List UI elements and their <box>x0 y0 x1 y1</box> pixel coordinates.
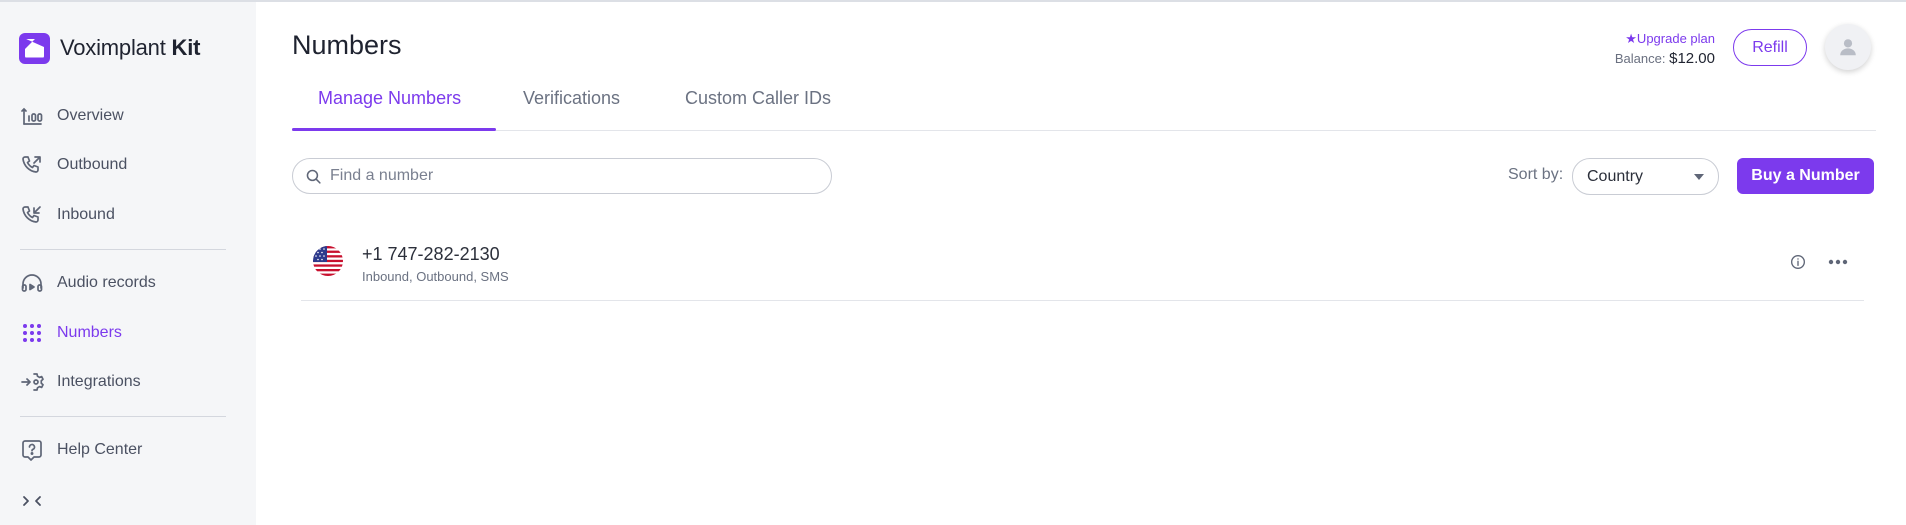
sort-value: Country <box>1587 167 1644 185</box>
balance-label: Balance: <box>1614 51 1666 66</box>
active-tab-indicator <box>292 128 496 131</box>
integrations-gear-icon <box>21 373 44 391</box>
search-input[interactable] <box>330 167 810 185</box>
more-horizontal-icon <box>1828 259 1848 265</box>
user-icon <box>1840 39 1856 56</box>
balance-value: $12.00 <box>1669 50 1715 67</box>
search-icon <box>306 169 321 184</box>
sidebar: Voximplant Kit Overview Outbound Inbound <box>0 2 256 525</box>
sidebar-item-audio-records[interactable]: Audio records <box>20 268 156 298</box>
sidebar-item-help-center[interactable]: Help Center <box>20 435 142 465</box>
sidebar-item-label: Audio records <box>57 274 156 291</box>
sidebar-collapse-button[interactable] <box>20 486 44 516</box>
headphones-play-icon <box>21 274 43 292</box>
sidebar-item-label: Integrations <box>57 373 141 390</box>
sidebar-item-overview[interactable]: Overview <box>20 101 124 131</box>
number-capabilities: Inbound, Outbound, SMS <box>362 269 509 284</box>
balance: Balance: $12.00 <box>1615 50 1715 67</box>
collapse-arrows-icon <box>23 496 41 506</box>
logo-icon <box>19 32 50 64</box>
tab-manage-numbers[interactable]: Manage Numbers <box>318 88 461 109</box>
sidebar-item-label: Inbound <box>57 206 115 223</box>
sidebar-item-label: Overview <box>57 107 124 124</box>
buy-number-button[interactable]: Buy a Number <box>1737 158 1874 194</box>
page-title: Numbers <box>292 30 402 60</box>
sidebar-item-label: Numbers <box>57 324 122 341</box>
inbound-phone-icon <box>22 206 41 223</box>
sidebar-divider <box>20 249 226 250</box>
avatar[interactable] <box>1825 24 1871 70</box>
sidebar-item-inbound[interactable]: Inbound <box>20 200 115 230</box>
sidebar-item-numbers[interactable]: Numbers <box>20 318 122 348</box>
sidebar-item-label: Help Center <box>57 441 143 458</box>
sidebar-item-label: Outbound <box>57 156 128 173</box>
tab-verifications[interactable]: Verifications <box>523 88 620 109</box>
more-options-button[interactable] <box>1825 252 1851 272</box>
numbers-dialpad-icon <box>23 324 41 342</box>
refill-button[interactable]: Refill <box>1733 29 1807 66</box>
tab-custom-caller-ids[interactable]: Custom Caller IDs <box>685 88 831 109</box>
us-flag-icon <box>313 246 343 276</box>
info-icon <box>1791 255 1805 269</box>
brand-name-text: Voximplant <box>60 35 166 60</box>
top-border <box>0 0 1906 2</box>
help-question-icon <box>22 440 42 461</box>
sidebar-item-integrations[interactable]: Integrations <box>20 367 141 397</box>
sort-select[interactable]: Country <box>1572 158 1719 195</box>
caret-down-icon <box>1694 174 1704 180</box>
outbound-phone-icon <box>22 156 41 173</box>
sidebar-item-outbound[interactable]: Outbound <box>20 150 127 180</box>
brand-suffix-text: Kit <box>171 35 201 60</box>
logo[interactable]: Voximplant Kit <box>19 32 200 64</box>
sidebar-divider <box>20 416 226 417</box>
overview-chart-icon <box>21 107 43 125</box>
info-button[interactable] <box>1788 252 1808 272</box>
tab-bar: Manage Numbers Verifications Custom Call… <box>292 80 1876 131</box>
brand-name: Voximplant Kit <box>60 35 200 61</box>
phone-number: +1 747-282-2130 <box>362 244 500 264</box>
search-box[interactable] <box>292 158 832 194</box>
table-row[interactable]: +1 747-282-2130 Inbound, Outbound, SMS <box>301 232 1864 301</box>
sort-label: Sort by: <box>1508 166 1564 183</box>
upgrade-plan-link[interactable]: ★Upgrade plan <box>1625 31 1715 47</box>
